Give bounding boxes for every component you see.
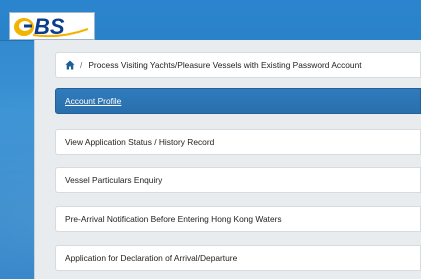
menu-item-account-profile[interactable]: Account Profile — [55, 88, 421, 114]
home-icon[interactable] — [65, 60, 75, 70]
menu-item-label: Application for Declaration of Arrival/D… — [65, 253, 238, 263]
menu-item-application-status[interactable]: View Application Status / History Record — [55, 129, 421, 155]
breadcrumb: / Process Visiting Yachts/Pleasure Vesse… — [55, 52, 421, 78]
menu-item-vessel-particulars[interactable]: Vessel Particulars Enquiry — [55, 167, 421, 193]
menu-item-declaration-arrival-departure[interactable]: Application for Declaration of Arrival/D… — [55, 245, 421, 271]
menu-item-label: View Application Status / History Record — [65, 137, 215, 147]
menu-item-pre-arrival-notification[interactable]: Pre-Arrival Notification Before Entering… — [55, 206, 421, 232]
breadcrumb-current: Process Visiting Yachts/Pleasure Vessels… — [88, 60, 362, 70]
breadcrumb-separator: / — [80, 60, 83, 70]
ebs-logo[interactable]: BS — [9, 12, 95, 40]
menu-item-label: Pre-Arrival Notification Before Entering… — [65, 214, 282, 224]
header-bar: BS — [0, 0, 421, 41]
menu-item-label: Account Profile — [65, 96, 122, 106]
menu-item-label: Vessel Particulars Enquiry — [65, 175, 163, 185]
